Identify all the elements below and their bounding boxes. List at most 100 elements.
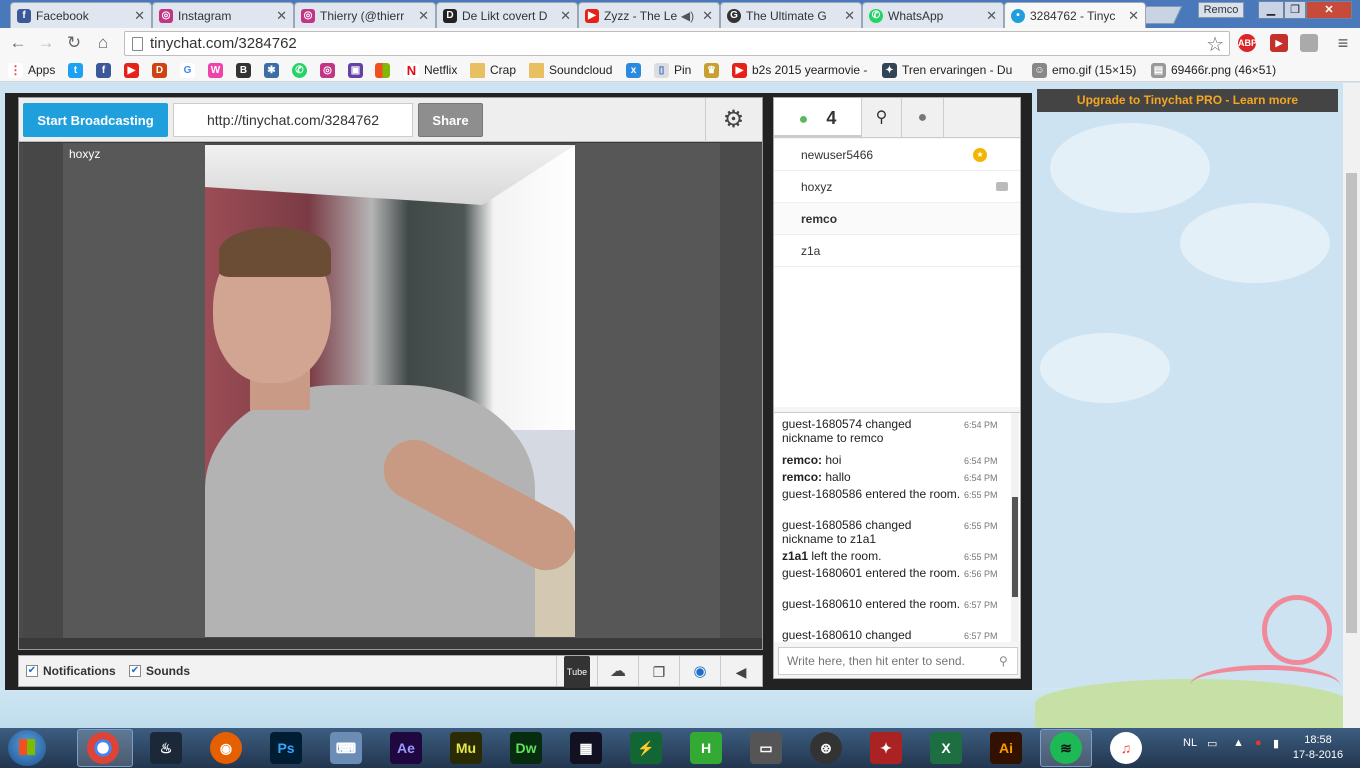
volume-icon[interactable]: ◀	[720, 656, 761, 686]
language-indicator[interactable]: NL	[1183, 737, 1197, 749]
chat-scrollbar[interactable]	[1011, 413, 1019, 642]
instagram-icon[interactable]: ◎	[320, 61, 340, 79]
youtube-icon[interactable]: ▶	[124, 61, 144, 79]
share-button[interactable]: Share	[418, 103, 483, 137]
tab-ultimate-g[interactable]: G The Ultimate G ✕	[720, 2, 862, 28]
adblock-icon[interactable]: ABP	[1238, 34, 1257, 52]
close-icon[interactable]: ✕	[986, 8, 997, 24]
tab-tinychat[interactable]: • 3284762 - Tinyc ✕	[1004, 2, 1146, 28]
crown-icon[interactable]: ♛	[704, 61, 724, 79]
camera-snapshot-icon[interactable]: ◉	[679, 656, 720, 686]
reload-icon[interactable]: ↻	[64, 33, 84, 53]
illustrator-icon[interactable]: Ai	[990, 732, 1022, 764]
start-button[interactable]	[8, 730, 46, 766]
popout-icon[interactable]: ❐	[638, 656, 679, 686]
gmail-notifier-icon[interactable]: ●	[1255, 737, 1262, 749]
bookmark-emo[interactable]: ☺ emo.gif (15×15)	[1032, 61, 1136, 79]
address-bar[interactable]: tinychat.com/3284762 ☆	[124, 31, 1230, 56]
google-icon[interactable]: G	[180, 61, 200, 79]
keyboard-tray-icon[interactable]: ▭	[1207, 737, 1217, 750]
spotify-icon[interactable]: ≋	[1050, 732, 1082, 764]
chat-scrollbar-thumb[interactable]	[1012, 497, 1018, 597]
steam-icon[interactable]: ♨	[150, 732, 182, 764]
twitter-icon[interactable]: t	[68, 61, 88, 79]
bodybuilding-icon[interactable]: B	[236, 61, 256, 79]
app-icon[interactable]: ⚡	[630, 732, 662, 764]
tab-thierry[interactable]: ◎ Thierry (@thierr ✕	[294, 2, 436, 28]
x-icon[interactable]: x	[626, 61, 646, 79]
search-icon[interactable]: ⚲	[999, 654, 1008, 668]
d-icon[interactable]: D	[152, 61, 172, 79]
chat-input[interactable]	[778, 647, 1018, 675]
page-scrollbar-thumb[interactable]	[1346, 173, 1357, 633]
excel-icon[interactable]: X	[930, 732, 962, 764]
profile-button[interactable]: Remco	[1198, 2, 1244, 18]
start-broadcasting-button[interactable]: Start Broadcasting	[23, 103, 168, 137]
maximize-button[interactable]: ❐	[1284, 1, 1306, 19]
list-item[interactable]: newuser5466 ★	[774, 139, 1020, 171]
bookmark-star-icon[interactable]: ☆	[1206, 32, 1224, 57]
speaker-icon[interactable]: ◀)	[681, 9, 694, 23]
h-app-icon[interactable]: H	[690, 732, 722, 764]
bookmark-crap[interactable]: Crap	[470, 61, 516, 79]
close-icon[interactable]: ✕	[844, 8, 855, 24]
page-scrollbar[interactable]	[1343, 83, 1360, 728]
video-editor-icon[interactable]: ▦	[570, 732, 602, 764]
chrome-icon[interactable]	[87, 732, 119, 764]
bookmark-b2s[interactable]: ▶ b2s 2015 yearmovie -	[732, 61, 867, 79]
forward-icon[interactable]: →	[36, 33, 56, 53]
chevron-up-icon[interactable]: ▲	[1233, 737, 1244, 749]
tab-instagram[interactable]: ◎ Instagram ✕	[152, 2, 294, 28]
firefox-icon[interactable]: ◉	[210, 732, 242, 764]
list-item[interactable]: remco	[774, 203, 1020, 235]
tab-zyzz[interactable]: ▶ Zyzz - The Le ◀) ✕	[578, 2, 720, 28]
app-icon[interactable]: ▭	[750, 732, 782, 764]
room-url-field[interactable]: http://tinychat.com/3284762	[173, 103, 413, 137]
facebook-icon[interactable]: f	[96, 61, 116, 79]
bookmark-pin[interactable]: ▯ Pin	[654, 61, 691, 79]
after-effects-icon[interactable]: Ae	[390, 732, 422, 764]
tab-de-likt[interactable]: D De Likt covert D ✕	[436, 2, 578, 28]
home-icon[interactable]: ⌂	[93, 33, 113, 53]
tab-facebook[interactable]: f Facebook ✕	[10, 2, 152, 28]
photoshop-icon[interactable]: Ps	[270, 732, 302, 764]
close-icon[interactable]: ✕	[702, 8, 713, 24]
menu-icon[interactable]: ≡	[1333, 33, 1353, 53]
extension-icon[interactable]	[1300, 34, 1318, 52]
bookmark-tren[interactable]: ✦ Tren ervaringen - Du	[882, 61, 1012, 79]
gear-icon[interactable]: ⚙	[705, 98, 761, 142]
tab-whatsapp[interactable]: ✆ WhatsApp ✕	[862, 2, 1004, 28]
app-icon[interactable]: ✦	[870, 732, 902, 764]
w-icon[interactable]: W	[208, 61, 228, 79]
app-icon[interactable]: ⊛	[810, 732, 842, 764]
dreamweaver-icon[interactable]: Dw	[510, 732, 542, 764]
muse-icon[interactable]: Mu	[450, 732, 482, 764]
bookmark-netflix[interactable]: N Netflix	[404, 61, 457, 79]
whatsapp-icon[interactable]: ✆	[292, 61, 312, 79]
itunes-icon[interactable]: ♫	[1110, 732, 1142, 764]
close-window-button[interactable]: ✕	[1306, 1, 1352, 19]
close-icon[interactable]: ✕	[1128, 8, 1139, 24]
clock[interactable]: 18:58 17-8-2016	[1288, 733, 1348, 763]
webcam-video[interactable]	[205, 145, 575, 637]
list-item[interactable]: hoxyz	[774, 171, 1020, 203]
close-icon[interactable]: ✕	[134, 8, 145, 24]
sounds-checkbox[interactable]: ✔	[129, 665, 141, 677]
upgrade-pro-link[interactable]: Upgrade to Tinychat PRO - Learn more	[1037, 89, 1338, 112]
bookmark-69466r[interactable]: ▤ 69466r.png (46×51)	[1151, 61, 1276, 79]
back-icon[interactable]: ←	[8, 33, 28, 53]
tab-private-messages[interactable]: ●	[902, 98, 944, 138]
twitch-icon[interactable]: ▣	[348, 61, 368, 79]
microsoft-icon[interactable]	[375, 61, 395, 79]
keyboard-icon[interactable]: ⌨	[330, 732, 362, 764]
youtube-icon[interactable]: Tube	[556, 656, 597, 688]
tab-search[interactable]: ⚲	[862, 98, 902, 138]
translate-icon[interactable]: ✱	[264, 61, 284, 79]
close-icon[interactable]: ✕	[560, 8, 571, 24]
bookmark-apps[interactable]: ⋮ Apps	[8, 61, 55, 79]
youtube-extension-icon[interactable]: ▶	[1270, 34, 1288, 52]
soundcloud-icon[interactable]: ☁	[597, 656, 638, 686]
bookmark-soundcloud[interactable]: Soundcloud	[529, 61, 612, 79]
list-item[interactable]: z1a	[774, 235, 1020, 267]
close-icon[interactable]: ✕	[418, 8, 429, 24]
